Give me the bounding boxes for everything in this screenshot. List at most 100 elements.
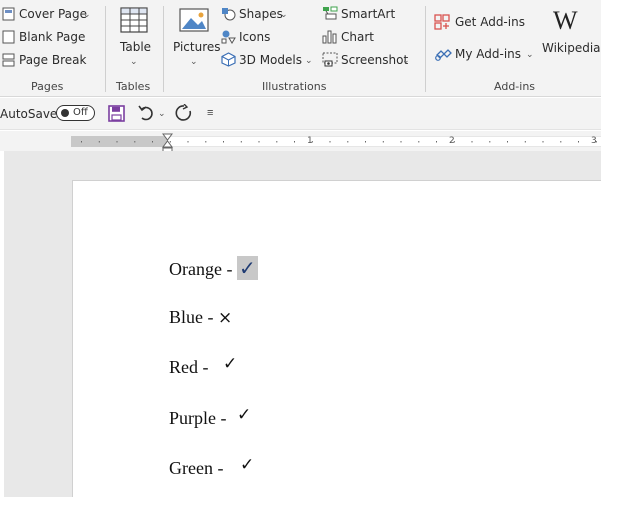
pictures-button[interactable]: Pictures ⌄: [170, 4, 221, 72]
ruler-tick: [347, 141, 349, 143]
line-text: Blue -: [169, 307, 218, 327]
page-break-icon: [2, 53, 15, 72]
save-button[interactable]: [108, 105, 125, 127]
icons-button[interactable]: Icons: [221, 28, 281, 46]
chevron-down-icon: ⌄: [83, 9, 91, 19]
checkmark-icon[interactable]: ✓: [236, 256, 258, 280]
ruler-tick: [400, 141, 402, 143]
chevron-down-icon: ⌄: [190, 56, 198, 66]
checkmark-icon: ✓: [237, 405, 252, 425]
toggle-knob: [61, 109, 69, 117]
document-line[interactable]: Blue - ×: [169, 307, 232, 328]
ruler-tick: [294, 141, 295, 143]
ruler-tick: [329, 141, 331, 143]
redo-button[interactable]: [175, 103, 193, 127]
document-line[interactable]: Red - ✓: [169, 354, 237, 378]
line-text: Orange -: [169, 259, 237, 279]
3d-models-icon: [221, 52, 236, 72]
ruler-tick: [365, 141, 366, 143]
ruler-ticks: [81, 141, 597, 143]
blank-page-icon: [2, 30, 15, 49]
screenshot-icon: [322, 52, 338, 72]
ruler-tick: [258, 141, 260, 143]
ruler-tick: [152, 141, 153, 143]
get-addins-button[interactable]: Get Add-ins: [434, 12, 525, 35]
ruler-tick: [98, 141, 100, 143]
pictures-label: Pictures: [173, 40, 221, 54]
wikipedia-icon: W: [553, 6, 578, 35]
undo-dropdown-icon[interactable]: ⌄: [158, 108, 166, 119]
ruler-tick: [116, 141, 118, 143]
undo-icon: [137, 105, 155, 126]
redo-icon: [175, 103, 193, 126]
table-label: Table: [120, 40, 152, 54]
tables-group-label: Tables: [116, 80, 151, 93]
ruler-tick: [418, 141, 420, 143]
addins-group-label: Add-ins: [494, 80, 536, 93]
chevron-down-icon: ⌄: [305, 55, 313, 65]
ruler-mark-2: 2: [449, 136, 455, 146]
my-addins-icon: [434, 46, 452, 67]
get-addins-icon: [434, 14, 450, 35]
undo-button[interactable]: [137, 104, 155, 127]
shapes-button[interactable]: Shapes ⌄: [221, 5, 291, 23]
document-line[interactable]: Purple - ✓: [169, 405, 252, 429]
autosave-label: AutoSave: [0, 107, 58, 121]
document-line[interactable]: Orange - ✓: [169, 256, 258, 280]
document-line[interactable]: Green - ✓: [169, 455, 254, 479]
3d-models-label: 3D Models: [239, 53, 302, 67]
ruler-tick: [524, 141, 526, 143]
group-divider: [425, 6, 426, 92]
chart-icon: [322, 29, 338, 49]
table-icon: [120, 7, 148, 38]
shapes-label: Shapes: [239, 7, 283, 21]
chart-label: Chart: [341, 30, 374, 44]
group-divider: [105, 6, 106, 92]
cross-icon: ×: [218, 308, 233, 328]
ruler-tick: [187, 141, 189, 143]
document-page[interactable]: [72, 180, 601, 497]
line-text: Green -: [169, 458, 228, 478]
screenshot-button[interactable]: Screenshot ⌄: [322, 51, 414, 69]
chevron-down-icon: ⌄: [130, 56, 138, 66]
line-text: Purple -: [169, 408, 231, 428]
chevron-down-icon: ⌄: [402, 55, 410, 65]
smartart-button[interactable]: SmartArt: [322, 5, 396, 25]
wikipedia-button[interactable]: W Wikipedia: [540, 4, 601, 64]
icons-icon: [221, 29, 236, 49]
ruler-tick: [223, 141, 224, 143]
pictures-icon: [179, 8, 209, 37]
autosave-toggle[interactable]: Off: [56, 105, 95, 121]
ruler-tick: [276, 141, 278, 143]
ruler-tick: [134, 141, 136, 143]
table-button[interactable]: Table ⌄: [112, 4, 156, 72]
screenshot-label: Screenshot: [341, 53, 409, 67]
page-break-label: Page Break: [19, 53, 87, 67]
autosave-state: Off: [73, 107, 88, 118]
ruler-tick: [205, 141, 207, 143]
pages-group-label: Pages: [31, 80, 64, 93]
smartart-icon: [322, 6, 338, 25]
ruler-tick: [436, 141, 437, 143]
group-divider: [163, 6, 164, 92]
ruler-tick: [471, 141, 473, 143]
ruler-tick: [578, 141, 579, 143]
ruler-tick: [240, 141, 242, 143]
line-text: Red -: [169, 357, 213, 377]
ruler-tick: [382, 141, 384, 143]
my-addins-label: My Add-ins: [455, 47, 522, 61]
customize-qat-icon[interactable]: ≡: [207, 107, 213, 119]
cover-page-label: Cover Page: [19, 7, 88, 21]
smartart-label: SmartArt: [341, 7, 396, 21]
ruler-tick: [81, 141, 82, 143]
ruler-tick: [489, 141, 491, 143]
3d-models-button[interactable]: 3D Models ⌄: [221, 51, 316, 69]
wikipedia-label: Wikipedia: [542, 41, 601, 55]
save-icon: [108, 105, 125, 126]
chart-button[interactable]: Chart: [322, 28, 377, 46]
blank-page-label: Blank Page: [19, 30, 86, 44]
my-addins-button[interactable]: My Add-ins ⌄: [434, 44, 539, 64]
ruler-mark-3: 3: [591, 136, 597, 146]
shapes-icon: [221, 7, 236, 26]
ruler-tick: [542, 141, 544, 143]
